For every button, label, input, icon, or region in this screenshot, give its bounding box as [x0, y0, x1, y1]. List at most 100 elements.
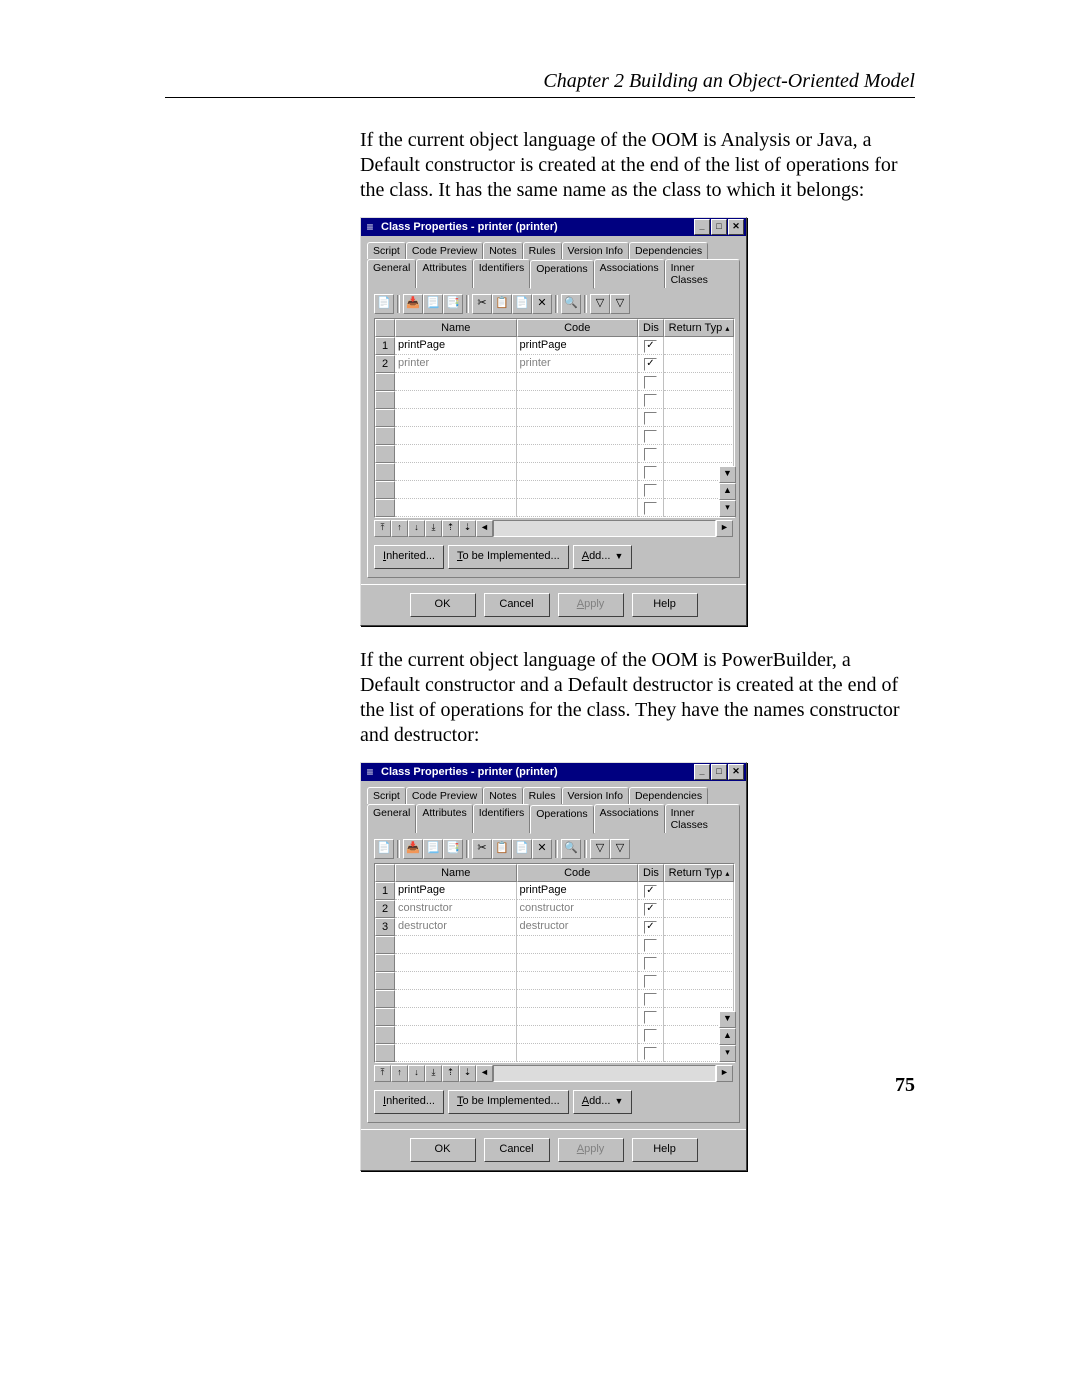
cell-name[interactable]: printPage [395, 882, 517, 900]
move-down-icon[interactable]: ↓ [408, 1065, 425, 1082]
cell-return-type[interactable] [664, 936, 734, 954]
row-number[interactable] [375, 463, 395, 481]
table-row-empty[interactable] [375, 391, 734, 409]
cell-display[interactable]: ✓ [638, 900, 664, 918]
col-header-return-type[interactable]: Return Typ ▴ [664, 864, 734, 882]
table-row-empty[interactable] [375, 499, 734, 517]
maximize-button[interactable]: □ [711, 764, 727, 780]
cell-display[interactable] [638, 1008, 664, 1026]
tab-rules[interactable]: Rules [523, 242, 562, 259]
cell-display[interactable]: ✓ [638, 337, 664, 355]
cell-return-type[interactable] [664, 427, 734, 445]
cell-return-type[interactable] [664, 409, 734, 427]
cell-name[interactable] [395, 463, 517, 481]
cell-name[interactable]: destructor [395, 918, 517, 936]
col-header-rownum[interactable] [375, 319, 395, 337]
cell-return-type[interactable] [664, 918, 734, 936]
cell-name[interactable]: printer [395, 355, 517, 373]
tab-general[interactable]: General [367, 259, 416, 288]
row-number[interactable] [375, 445, 395, 463]
row-number[interactable] [375, 1026, 395, 1044]
table-row-empty[interactable] [375, 1026, 734, 1044]
cell-display[interactable]: ✓ [638, 882, 664, 900]
row-number[interactable] [375, 373, 395, 391]
cell-display[interactable] [638, 936, 664, 954]
checkbox-icon[interactable] [644, 957, 657, 970]
cell-display[interactable] [638, 445, 664, 463]
tab-script[interactable]: Script [367, 787, 406, 804]
row-number[interactable]: 2 [375, 900, 395, 918]
tab-script[interactable]: Script [367, 242, 406, 259]
checkbox-icon[interactable]: ✓ [644, 340, 657, 353]
cell-display[interactable] [638, 481, 664, 499]
table-row-empty[interactable] [375, 409, 734, 427]
row-number[interactable]: 1 [375, 337, 395, 355]
cell-code[interactable] [517, 445, 639, 463]
checkbox-icon[interactable] [644, 1047, 657, 1060]
row-number[interactable] [375, 499, 395, 517]
vertical-scroll[interactable]: ▼ ▲ ▾ [719, 1011, 734, 1062]
row-number[interactable] [375, 409, 395, 427]
close-button[interactable]: ✕ [728, 219, 744, 235]
delete-icon[interactable]: ✕ [532, 294, 552, 314]
help-button[interactable]: Help [632, 1138, 698, 1162]
col-header-dis[interactable]: Dis [638, 864, 664, 882]
move-up-icon[interactable]: ↑ [391, 520, 408, 537]
cut-icon[interactable]: ✂ [472, 839, 492, 859]
cell-name[interactable] [395, 972, 517, 990]
table-row-empty[interactable] [375, 427, 734, 445]
checkbox-icon[interactable] [644, 1029, 657, 1042]
move-up2-icon[interactable]: ⇡ [442, 520, 459, 537]
tab-code preview[interactable]: Code Preview [406, 787, 483, 804]
scroll-end-icon[interactable]: ▾ [719, 1045, 736, 1062]
cell-return-type[interactable] [664, 391, 734, 409]
cell-code[interactable] [517, 499, 639, 517]
row-number[interactable] [375, 1008, 395, 1026]
cell-display[interactable] [638, 990, 664, 1008]
cell-code[interactable]: destructor [517, 918, 639, 936]
paste-icon[interactable]: 📄 [512, 294, 532, 314]
cell-name[interactable]: printPage [395, 337, 517, 355]
filter-icon[interactable]: ▽ [590, 294, 610, 314]
copy-icon[interactable]: 📋 [492, 839, 512, 859]
row-number[interactable] [375, 427, 395, 445]
tab-notes[interactable]: Notes [483, 242, 522, 259]
apply-button[interactable]: Apply [558, 1138, 624, 1162]
scroll-left-icon[interactable]: ◄ [476, 1065, 493, 1082]
table-row[interactable]: 2 constructor constructor ✓ [375, 900, 734, 918]
cell-return-type[interactable] [664, 337, 734, 355]
cell-display[interactable] [638, 427, 664, 445]
tab-operations[interactable]: Operations [530, 805, 593, 834]
cell-display[interactable] [638, 1026, 664, 1044]
cell-name[interactable] [395, 481, 517, 499]
cell-return-type[interactable] [664, 972, 734, 990]
cell-code[interactable] [517, 463, 639, 481]
paste-icon[interactable]: 📄 [512, 839, 532, 859]
table-row-empty[interactable] [375, 445, 734, 463]
col-header-rownum[interactable] [375, 864, 395, 882]
cell-display[interactable] [638, 972, 664, 990]
minimize-button[interactable]: _ [694, 219, 710, 235]
tab-dependencies[interactable]: Dependencies [629, 787, 708, 804]
cell-display[interactable] [638, 373, 664, 391]
cell-code[interactable] [517, 990, 639, 1008]
horizontal-scrollbar[interactable] [493, 1065, 716, 1082]
add-rows-icon[interactable]: 📑 [443, 839, 463, 859]
filter-icon[interactable]: ▽ [590, 839, 610, 859]
table-row-empty[interactable] [375, 481, 734, 499]
col-header-name[interactable]: Name [395, 864, 517, 882]
add-rows-icon[interactable]: 📑 [443, 294, 463, 314]
cell-name[interactable] [395, 936, 517, 954]
cancel-button[interactable]: Cancel [484, 593, 550, 617]
cell-code[interactable] [517, 1008, 639, 1026]
tab-version info[interactable]: Version Info [562, 787, 629, 804]
checkbox-icon[interactable] [644, 466, 657, 479]
checkbox-icon[interactable] [644, 1011, 657, 1024]
scroll-right-icon[interactable]: ► [716, 1065, 733, 1082]
checkbox-icon[interactable] [644, 975, 657, 988]
scroll-down-icon[interactable]: ▼ [719, 1011, 736, 1028]
table-row-empty[interactable] [375, 1008, 734, 1026]
row-number[interactable] [375, 954, 395, 972]
scroll-down-icon[interactable]: ▼ [719, 466, 736, 483]
cell-name[interactable] [395, 409, 517, 427]
